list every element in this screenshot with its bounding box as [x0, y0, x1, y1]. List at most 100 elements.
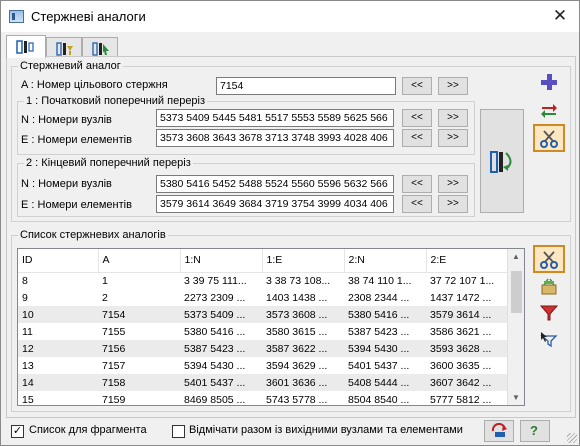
filter-list-button[interactable] [535, 300, 565, 326]
help-button[interactable]: ? [520, 420, 550, 442]
fragment-list-label: Список для фрагмента [29, 424, 147, 436]
close-button[interactable]: ✕ [549, 6, 571, 26]
tab-rod-filter[interactable] [46, 37, 82, 57]
start-section-legend: 1 : Початковий поперечний переріз [26, 95, 206, 107]
table-row[interactable]: 14 7158 5401 5437 ... 3601 3636 ... 5408… [18, 374, 508, 391]
mark-with-source-label: Відмічати разом із вихідними вузлами та … [189, 424, 463, 436]
end-elements-input[interactable]: 3579 3614 3649 3684 3719 3754 3999 4034 … [156, 195, 394, 213]
cell-start-elements: 1403 1438 ... [266, 291, 328, 304]
scroll-thumb[interactable] [511, 271, 522, 313]
table-row[interactable]: 9 2 2273 2309 ... 1403 1438 ... 2308 234… [18, 289, 508, 306]
scissors-icon [540, 130, 558, 148]
cell-start-elements: 5743 5778 ... [266, 393, 328, 406]
column-header-id[interactable]: ID [18, 249, 99, 273]
cell-start-elements: 3573 3608 ... [262, 306, 344, 323]
end-nodes-label: N : Номери вузлів [21, 178, 112, 190]
cell-start-nodes: 2273 2309 ... [184, 291, 246, 304]
end-nodes-prev-button[interactable]: << [402, 175, 432, 193]
start-nodes-input[interactable]: 5373 5409 5445 5481 5517 5553 5589 5625 … [156, 109, 394, 127]
add-analog-button[interactable] [535, 69, 565, 95]
cell-end-elements: 3586 3621 ... [430, 325, 492, 338]
cell-end-nodes: 38 74 110 1... [348, 274, 412, 287]
end-elements-prev-button[interactable]: << [402, 195, 432, 213]
start-elements-label: E : Номери елементів [21, 134, 132, 146]
rod-filter-tab-icon [56, 42, 73, 56]
basket-icon [541, 278, 557, 295]
table-row[interactable]: 13 7157 5394 5430 ... 3594 3629 ... 5401… [18, 357, 508, 374]
cell-end-elements: 5777 5812 ... [430, 393, 492, 406]
cell-end-elements: 3600 3635 ... [430, 359, 492, 372]
cell-end-nodes: 5380 5416 ... [344, 306, 426, 323]
dialog-window: Стержневі аналоги ✕ Стержневий аналог A … [0, 0, 580, 446]
cell-end-nodes: 8504 8540 ... [348, 393, 410, 406]
cell-id: 9 [22, 291, 28, 304]
window-title: Стержневі аналоги [31, 9, 146, 24]
cell-end-nodes: 5394 5430 ... [344, 340, 426, 357]
cell-start-elements: 3 38 73 108... [266, 274, 331, 287]
cell-end-nodes: 5408 5444 ... [344, 374, 426, 391]
cell-start-nodes: 5401 5437 ... [180, 374, 262, 391]
cell-start-nodes: 5387 5423 ... [180, 340, 262, 357]
cell-id: 14 [18, 374, 98, 391]
table-row[interactable]: 11 7155 5380 5416 ... 3580 3615 ... 5387… [18, 323, 508, 340]
end-elements-next-button[interactable]: >> [438, 195, 468, 213]
cut-analog-button[interactable] [533, 124, 565, 152]
clear-list-button[interactable] [535, 273, 565, 299]
cell-a: 7157 [102, 359, 126, 372]
replace-analog-button[interactable] [535, 97, 565, 123]
start-elements-next-button[interactable]: >> [438, 129, 468, 147]
fragment-list-checkbox[interactable]: ✓ [11, 425, 24, 438]
cell-end-nodes: 5387 5423 ... [348, 325, 410, 338]
column-header-start-nodes[interactable]: 1:N [180, 249, 263, 273]
cell-a: 7158 [98, 374, 180, 391]
cell-a: 7156 [98, 340, 180, 357]
target-rod-input[interactable]: 7154 [216, 77, 396, 95]
refresh-button[interactable] [484, 420, 514, 442]
help-icon: ? [530, 423, 538, 438]
table-row[interactable]: 12 7156 5387 5423 ... 3587 3622 ... 5394… [18, 340, 508, 357]
analog-table[interactable]: ID A 1:N 1:E 2:N 2:E 8 1 3 39 75 111... … [17, 248, 525, 406]
scroll-up-arrow-icon[interactable]: ▲ [512, 252, 520, 261]
mark-with-source-checkbox[interactable] [172, 425, 185, 438]
tab-rod-analog[interactable] [6, 35, 46, 58]
cell-start-nodes: 5394 5430 ... [184, 359, 246, 372]
table-header-row: ID A 1:N 1:E 2:N 2:E [18, 249, 509, 273]
resize-grip[interactable] [567, 433, 577, 443]
scroll-down-arrow-icon[interactable]: ▼ [512, 393, 520, 402]
cell-end-elements: 37 72 107 1... [430, 274, 495, 287]
start-nodes-prev-button[interactable]: << [402, 109, 432, 127]
scissors-icon [540, 251, 558, 269]
target-next-button[interactable]: >> [438, 77, 468, 95]
table-row[interactable]: 10 7154 5373 5409 ... 3573 3608 ... 5380… [18, 306, 508, 323]
cell-end-nodes: 5401 5437 ... [348, 359, 410, 372]
table-row[interactable]: 8 1 3 39 75 111... 3 38 73 108... 38 74 … [18, 272, 508, 289]
cell-start-elements: 3601 3636 ... [262, 374, 344, 391]
start-nodes-next-button[interactable]: >> [438, 109, 468, 127]
tab-strip [6, 35, 576, 58]
cell-a: 7159 [102, 393, 126, 406]
column-header-end-elements[interactable]: 2:E [426, 249, 509, 273]
cell-a: 1 [102, 274, 108, 287]
tab-rod-select[interactable] [82, 37, 118, 57]
table-vertical-scrollbar[interactable]: ▲ ▼ [507, 249, 524, 405]
start-elements-input[interactable]: 3573 3608 3643 3678 3713 3748 3993 4028 … [156, 129, 394, 147]
apply-analog-button[interactable] [480, 109, 524, 213]
cell-id: 10 [18, 306, 98, 323]
target-prev-button[interactable]: << [402, 77, 432, 95]
cell-start-nodes: 3 39 75 111... [184, 274, 247, 287]
end-nodes-input[interactable]: 5380 5416 5452 5488 5524 5560 5596 5632 … [156, 175, 394, 193]
rod-apply-icon [490, 151, 512, 173]
table-row[interactable]: 15 7159 8469 8505 ... 5743 5778 ... 8504… [18, 391, 508, 406]
select-list-button[interactable] [535, 327, 565, 353]
cut-list-button[interactable] [533, 245, 565, 273]
rod-select-tab-icon [92, 42, 109, 56]
start-elements-prev-button[interactable]: << [402, 129, 432, 147]
column-header-end-nodes[interactable]: 2:N [344, 249, 427, 273]
cell-a: 7155 [102, 325, 126, 338]
column-header-a[interactable]: A [98, 249, 181, 273]
cell-start-nodes: 8469 8505 ... [184, 393, 246, 406]
analog-list-legend: Список стержневих аналогів [20, 229, 166, 241]
filter-icon [539, 305, 559, 321]
end-nodes-next-button[interactable]: >> [438, 175, 468, 193]
column-header-start-elements[interactable]: 1:E [262, 249, 345, 273]
